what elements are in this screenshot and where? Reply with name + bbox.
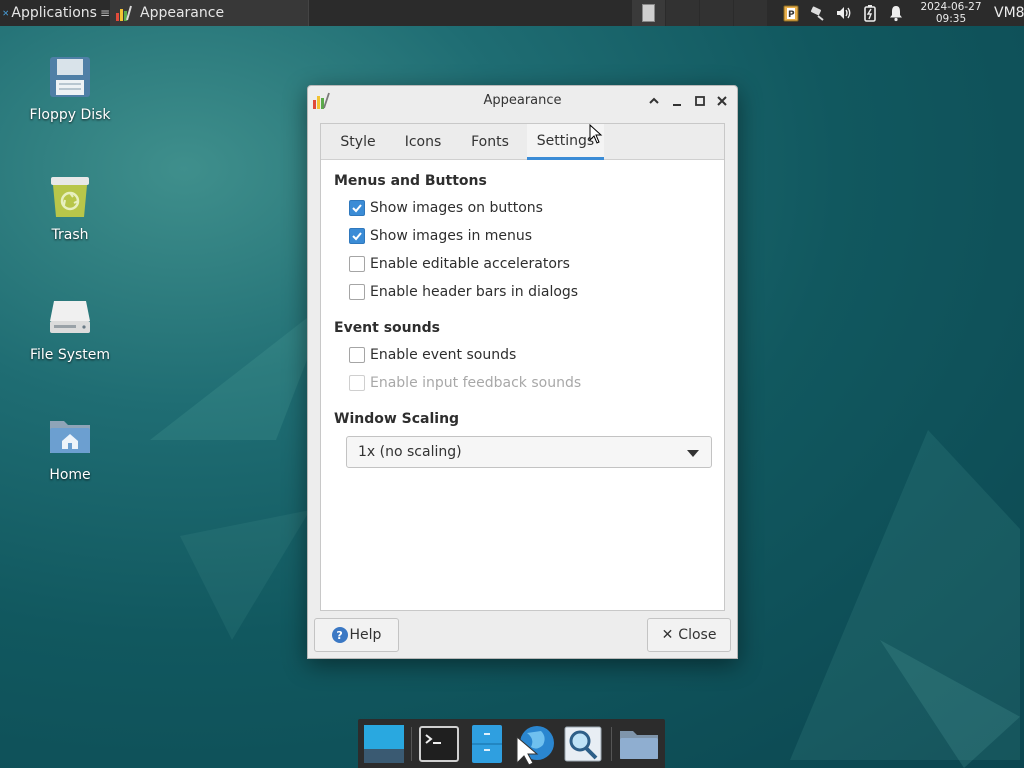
show-desktop-icon[interactable] (362, 723, 406, 765)
checkbox-unchecked[interactable] (349, 347, 365, 363)
workspace-3-button[interactable] (700, 0, 733, 26)
desktop-icon-label: File System (29, 347, 111, 363)
checkbox-checked[interactable] (349, 228, 365, 244)
checkbox-unchecked[interactable] (349, 256, 365, 272)
desktop-icon-trash[interactable]: Trash (20, 173, 120, 243)
close-window-icon[interactable] (713, 92, 731, 110)
tab-icons[interactable]: Icons (393, 124, 453, 160)
svg-text:P: P (788, 10, 795, 20)
desktop-icon-floppy-disk[interactable]: Floppy Disk (20, 53, 120, 123)
option-show-images-on-buttons[interactable]: Show images on buttons (349, 198, 543, 218)
checkbox-checked[interactable] (349, 200, 365, 216)
checkmark-icon (352, 204, 362, 213)
tab-fonts[interactable]: Fonts (460, 124, 520, 160)
section-heading-window-scaling: Window Scaling (334, 411, 460, 427)
option-label: Enable editable accelerators (370, 256, 570, 272)
appearance-app-icon (116, 5, 132, 21)
section-heading-menus-buttons: Menus and Buttons (334, 173, 487, 189)
option-enable-event-sounds[interactable]: Enable event sounds (349, 345, 516, 365)
help-button-label: Help (349, 627, 382, 643)
dropdown-arrow-icon (687, 450, 699, 457)
dialog-titlebar[interactable]: Appearance (308, 86, 737, 116)
workspace-4-button[interactable] (734, 0, 767, 26)
section-heading-event-sounds: Event sounds (334, 320, 440, 336)
workspace-2-button[interactable] (666, 0, 699, 26)
file-manager-icon[interactable] (465, 723, 509, 765)
volume-icon[interactable] (835, 4, 853, 22)
xfce-logo-icon (3, 10, 9, 16)
mouse-pointer-icon (589, 124, 603, 144)
option-label: Enable header bars in dialogs (370, 284, 579, 300)
option-show-images-in-menus[interactable]: Show images in menus (349, 226, 532, 246)
close-button[interactable]: ✕ Close (647, 618, 731, 652)
taskbar-window-appearance[interactable]: Appearance (110, 0, 308, 26)
option-enable-editable-accelerators[interactable]: Enable editable accelerators (349, 254, 570, 274)
maximize-icon[interactable] (691, 92, 709, 110)
trash-icon (51, 177, 89, 217)
minimize-icon[interactable] (668, 92, 686, 110)
menu-handle-icon: ≡ (99, 6, 110, 20)
bottom-dock (358, 719, 665, 768)
panel-clock[interactable]: 2024-06-27 09:35 (914, 1, 988, 25)
web-browser-icon[interactable] (513, 723, 557, 765)
host-label: VM8 (994, 5, 1024, 21)
clock-date: 2024-06-27 (920, 1, 982, 13)
window-scaling-dropdown[interactable]: 1x (no scaling) (346, 436, 712, 468)
option-label: Show images in menus (370, 228, 533, 244)
option-enable-header-bars[interactable]: Enable header bars in dialogs (349, 282, 578, 302)
option-enable-input-feedback-sounds: Enable input feedback sounds (349, 373, 581, 393)
applications-label: Applications (11, 5, 97, 21)
search-icon[interactable] (561, 723, 605, 765)
option-label: Show images on buttons (370, 200, 543, 216)
desktop-icon-label: Floppy Disk (29, 107, 111, 123)
notification-bell-icon[interactable] (887, 4, 905, 22)
folder-icon[interactable] (617, 723, 661, 765)
floppy-disk-icon (50, 57, 90, 97)
clipboard-manager-icon[interactable]: P (782, 4, 800, 22)
home-folder-icon (50, 421, 90, 453)
workspace-window-preview (642, 4, 655, 22)
desktop-icon-label: Trash (51, 227, 89, 243)
help-button[interactable]: ? Help (314, 618, 399, 652)
help-icon: ? (331, 627, 348, 643)
workspace-1-button[interactable] (632, 0, 665, 26)
checkbox-unchecked[interactable] (349, 284, 365, 300)
dock-separator (611, 727, 612, 761)
battery-icon[interactable] (861, 4, 879, 22)
tab-style[interactable]: Style (328, 124, 388, 160)
clock-time: 09:35 (935, 13, 967, 25)
terminal-icon[interactable] (417, 723, 461, 765)
close-button-label: Close (678, 627, 717, 643)
appearance-dialog: Appearance Style Icons Fonts Settings Me… (307, 85, 738, 659)
network-icon[interactable] (808, 4, 826, 22)
hard-drive-icon (50, 301, 90, 333)
dropdown-selected-value: 1x (no scaling) (358, 444, 462, 460)
wallpaper-facet (180, 510, 310, 640)
desktop-icon-label: Home (49, 467, 91, 483)
desktop-icon-home[interactable]: Home (20, 413, 120, 483)
tab-bar: Style Icons Fonts Settings (321, 124, 724, 160)
dock-separator (411, 727, 412, 761)
desktop-icon-file-system[interactable]: File System (20, 293, 120, 363)
close-x-icon: ✕ (661, 627, 674, 643)
option-label: Enable input feedback sounds (370, 375, 582, 391)
panel-separator (308, 0, 309, 26)
shade-chevron-up-icon[interactable] (645, 92, 663, 110)
option-label: Enable event sounds (370, 347, 517, 363)
checkmark-icon (352, 232, 362, 241)
taskbar-window-title: Appearance (140, 5, 225, 21)
applications-menu-button[interactable]: Applications ≡ (0, 0, 110, 26)
settings-notebook: Style Icons Fonts Settings Menus and But… (320, 123, 725, 611)
wallpaper-facet (150, 300, 330, 440)
checkbox-disabled (349, 375, 365, 391)
top-panel: Applications ≡ Appearance P 2024-06-27 0… (0, 0, 1024, 26)
